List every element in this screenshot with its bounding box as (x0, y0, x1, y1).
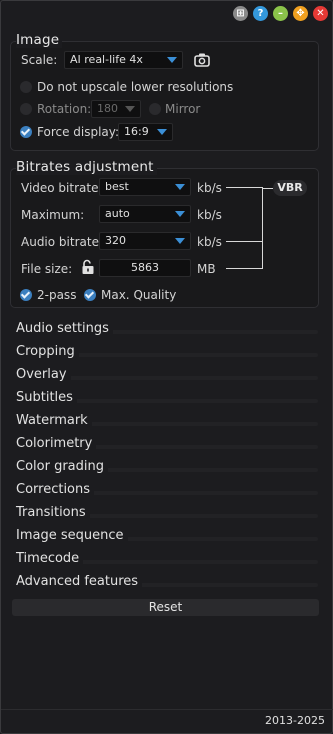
video-bitrate-value: best (105, 180, 129, 193)
mirror-label: Mirror (165, 102, 201, 116)
section-label: Advanced features (16, 574, 143, 589)
audio-bitrate-select[interactable]: 320 (99, 232, 191, 250)
chevron-down-icon (157, 129, 167, 135)
audio-bitrate-label: Audio bitrate: (21, 235, 103, 249)
rotation-label: Rotation: (37, 102, 92, 116)
vbr-bracket-line (226, 241, 262, 242)
section-label: Cropping (16, 344, 79, 359)
max-quality-label: Max. Quality (101, 288, 177, 302)
rotation-select[interactable]: 180 (91, 100, 141, 118)
section-label: Watermark (16, 413, 92, 428)
maximum-label: Maximum: (21, 208, 85, 222)
camera-icon[interactable] (194, 53, 210, 67)
vbr-toggle[interactable]: VBR (273, 180, 307, 196)
chevron-down-icon (175, 211, 185, 217)
maximum-value: auto (105, 207, 130, 220)
video-bitrate-unit: kb/s (197, 181, 222, 195)
maximum-unit: kb/s (197, 208, 222, 222)
chevron-down-icon (167, 57, 177, 63)
screenshot-icon[interactable]: ⊞ (233, 6, 248, 21)
section-label: Colorimetry (16, 436, 97, 451)
vbr-bracket-line (262, 187, 263, 269)
unlock-icon[interactable] (81, 259, 95, 275)
two-pass-checkbox[interactable] (20, 289, 32, 301)
minimize-icon[interactable]: – (273, 6, 288, 21)
vbr-bracket-line (226, 187, 262, 188)
title-bar: ⊞ ? – ✥ ✕ (1, 1, 333, 27)
footer: 2013-2025 (1, 709, 333, 734)
section-subtitles[interactable]: Subtitles (16, 390, 318, 410)
section-label: Corrections (16, 482, 95, 497)
section-watermark[interactable]: Watermark (16, 413, 318, 433)
file-size-unit: MB (197, 262, 216, 276)
vbr-bracket-line (262, 188, 273, 189)
chevron-down-icon (125, 106, 135, 112)
section-label: Overlay (16, 367, 71, 382)
mirror-checkbox[interactable] (149, 103, 161, 115)
chevron-down-icon (175, 238, 185, 244)
file-size-label: File size: (21, 262, 73, 276)
file-size-input[interactable]: 5863 (99, 259, 191, 277)
section-timecode[interactable]: Timecode (16, 551, 318, 571)
force-display-checkbox[interactable] (20, 126, 32, 138)
section-image-sequence[interactable]: Image sequence (16, 528, 318, 548)
video-bitrate-label: Video bitrate: (21, 181, 103, 195)
section-color-grading[interactable]: Color grading (16, 459, 318, 479)
bitrates-section-title: Bitrates adjustment (16, 159, 157, 175)
section-label: Color grading (16, 459, 108, 474)
audio-bitrate-value: 320 (105, 234, 126, 247)
section-overlay[interactable]: Overlay (16, 367, 318, 387)
rotation-value: 180 (97, 102, 118, 115)
section-label: Image sequence (16, 528, 128, 543)
force-display-label: Force display: (37, 125, 120, 139)
section-label: Transitions (16, 505, 90, 520)
help-icon[interactable]: ? (253, 6, 268, 21)
close-icon[interactable]: ✕ (313, 6, 328, 21)
audio-bitrate-unit: kb/s (197, 235, 222, 249)
section-label: Subtitles (16, 390, 77, 405)
two-pass-label: 2-pass (37, 288, 77, 302)
force-display-select[interactable]: 16:9 (118, 123, 173, 141)
copyright-years: 2013-2025 (265, 714, 325, 727)
app-window: ⊞ ? – ✥ ✕ Image Scale: AI real-life 4x D… (0, 0, 333, 734)
no-upscale-label: Do not upscale lower resolutions (37, 80, 234, 94)
no-upscale-checkbox[interactable] (20, 81, 32, 93)
reset-button[interactable]: Reset (12, 599, 319, 616)
chevron-down-icon (175, 184, 185, 190)
section-label: Audio settings (16, 321, 113, 336)
force-display-value: 16:9 (124, 125, 149, 138)
image-section-title: Image (16, 32, 63, 48)
maximize-icon[interactable]: ✥ (293, 6, 308, 21)
scale-value: AI real-life 4x (70, 53, 143, 66)
section-corrections[interactable]: Corrections (16, 482, 318, 502)
max-quality-checkbox[interactable] (84, 289, 96, 301)
section-audio-settings[interactable]: Audio settings (16, 321, 318, 341)
scale-select[interactable]: AI real-life 4x (64, 51, 183, 69)
video-bitrate-select[interactable]: best (99, 178, 191, 196)
rotation-checkbox[interactable] (20, 103, 32, 115)
section-transitions[interactable]: Transitions (16, 505, 318, 525)
scale-label: Scale: (21, 53, 58, 67)
section-colorimetry[interactable]: Colorimetry (16, 436, 318, 456)
vbr-bracket-line (226, 268, 262, 269)
section-advanced-features[interactable]: Advanced features (16, 574, 318, 594)
section-cropping[interactable]: Cropping (16, 344, 318, 364)
maximum-select[interactable]: auto (99, 205, 191, 223)
section-label: Timecode (16, 551, 84, 566)
